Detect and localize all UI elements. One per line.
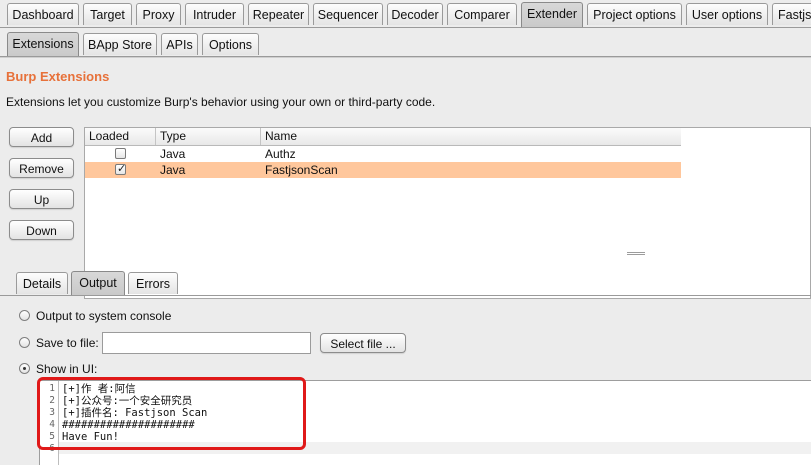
output-line: [+]插件名: Fastjson Scan [62,407,208,419]
line-number: 1 [49,383,55,394]
system-console-label: Output to system console [36,309,172,323]
output-console[interactable]: 1 2 3 4 5 6 [+]作 者:阿信 [+]公众号:一个安全研究员 [+]… [39,380,811,465]
tab-details[interactable]: Details [16,272,68,294]
column-header-loaded[interactable]: Loaded [85,128,156,145]
line-number: 4 [49,419,55,430]
tab-extender[interactable]: Extender [521,2,583,28]
column-header-type[interactable]: Type [156,128,261,145]
down-button[interactable]: Down [9,220,74,240]
tab-options[interactable]: Options [202,33,259,55]
line-number-gutter: 1 2 3 4 5 6 [40,381,59,465]
show-in-ui-label: Show in UI: [36,362,98,376]
splitter-grip-icon[interactable] [627,252,645,255]
tab-sequencer[interactable]: Sequencer [313,3,383,25]
detail-tab-divider [0,295,811,296]
tab-user-options[interactable]: User options [686,3,768,25]
tab-extensions[interactable]: Extensions [7,32,79,57]
section-title: Burp Extensions [6,69,110,84]
output-line: [+]作 者:阿信 [62,383,136,395]
tab-dashboard[interactable]: Dashboard [7,3,79,25]
select-file-button[interactable]: Select file ... [320,333,406,353]
output-line: Have Fun! [62,431,119,443]
tab-apis[interactable]: APIs [161,33,198,55]
tab-repeater[interactable]: Repeater [248,3,309,25]
extension-type: Java [160,163,186,177]
extension-detail-tab-bar: Details Output Errors [0,270,811,297]
extension-type: Java [160,147,186,161]
line-number: 6 [49,443,55,454]
checkmark-icon: ✓ [117,163,127,175]
main-tab-bar: Dashboard Target Proxy Intruder Repeater… [0,0,811,29]
tab-project-options[interactable]: Project options [587,3,682,25]
line-number: 2 [49,395,55,406]
save-to-file-label: Save to file: [36,336,99,350]
tab-errors[interactable]: Errors [128,272,178,294]
tab-fastjson-scan[interactable]: Fastjs [772,3,811,25]
loaded-checkbox[interactable] [115,148,126,159]
output-line: [+]公众号:一个安全研究员 [62,395,193,407]
extension-name: Authz [265,147,296,161]
main-tab-divider [0,27,811,28]
burp-suite-window: Dashboard Target Proxy Intruder Repeater… [0,0,811,465]
tab-intruder[interactable]: Intruder [185,3,244,25]
table-header: Loaded Type Name [85,128,681,146]
section-description: Extensions let you customize Burp's beha… [6,95,436,109]
tab-proxy[interactable]: Proxy [136,3,181,25]
save-to-file-radio[interactable] [19,337,30,348]
split-pane-divider[interactable] [0,251,811,257]
tab-bapp-store[interactable]: BApp Store [83,33,157,55]
loaded-checkbox[interactable]: ✓ [115,163,127,175]
remove-button[interactable]: Remove [9,158,74,178]
column-header-name[interactable]: Name [261,128,681,145]
output-line: ##################### [62,419,195,431]
extensions-panel: Burp Extensions Extensions let you custo… [0,57,811,465]
tab-output[interactable]: Output [71,271,125,296]
file-path-input[interactable] [102,332,311,354]
add-button[interactable]: Add [9,127,74,147]
table-row[interactable]: Java Authz [85,146,681,162]
show-in-ui-radio[interactable] [19,363,30,374]
current-line-highlight [59,442,811,454]
tab-target[interactable]: Target [83,3,132,25]
line-number: 3 [49,407,55,418]
table-row[interactable]: ✓ Java FastjsonScan [85,162,681,178]
line-number: 5 [49,431,55,442]
tab-comparer[interactable]: Comparer [447,3,517,25]
extender-tab-bar: Extensions BApp Store APIs Options [0,29,811,57]
system-console-radio[interactable] [19,310,30,321]
extension-name: FastjsonScan [265,163,338,177]
tab-decoder[interactable]: Decoder [387,3,443,25]
up-button[interactable]: Up [9,189,74,209]
